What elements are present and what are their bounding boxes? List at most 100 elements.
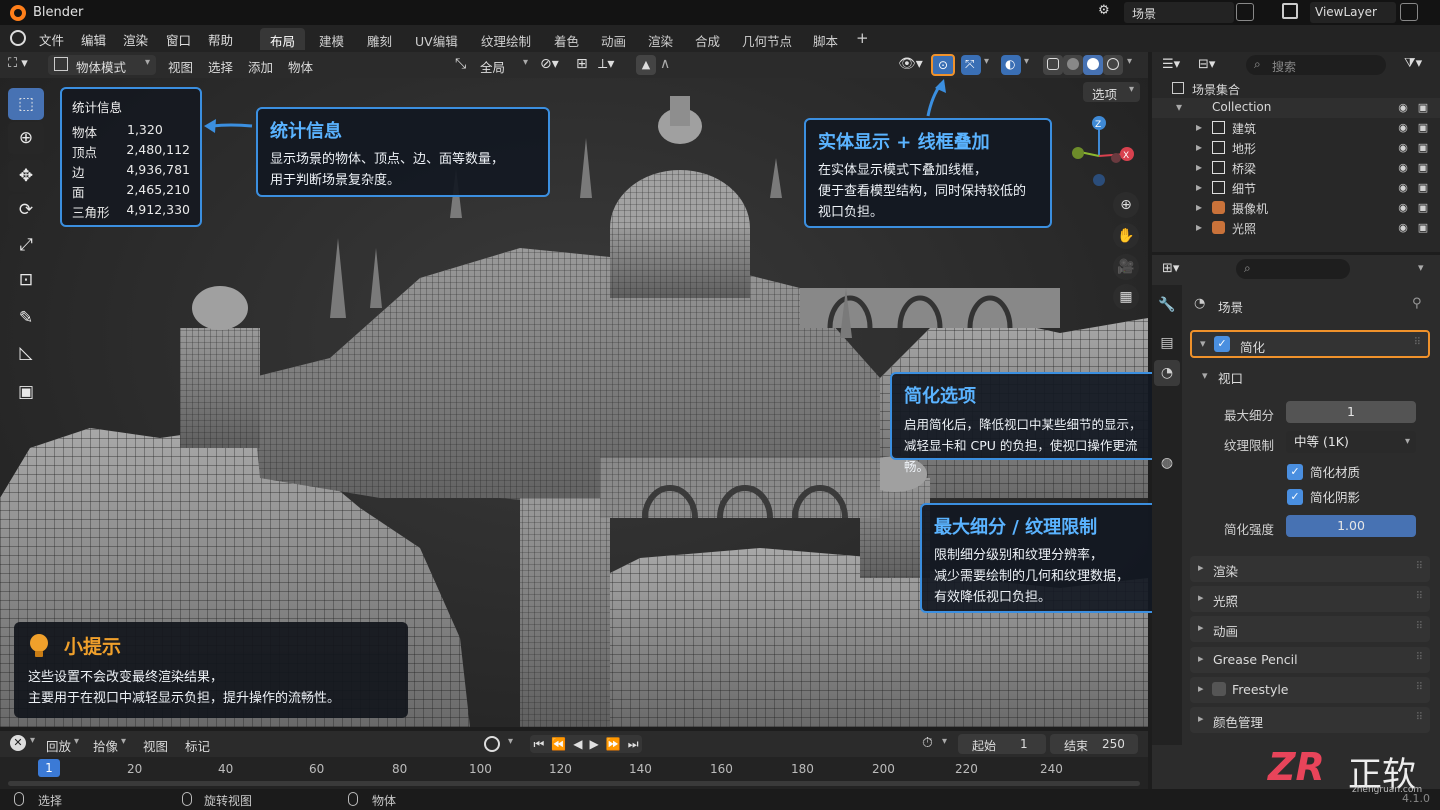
outliner-editor-icon[interactable]: ☰▾ [1162, 57, 1180, 72]
select-box-tool[interactable]: ⬚ [8, 88, 44, 120]
jump-end-icon[interactable]: ⏭ [628, 737, 639, 752]
pivot-point-icon[interactable]: ⊘▾ [540, 56, 559, 72]
add-cube-tool[interactable]: ▣ [8, 376, 44, 408]
scale-tool[interactable]: ⤢ [8, 229, 44, 261]
eye-icon[interactable]: ◉ [1396, 221, 1410, 235]
tab-animation[interactable]: 动画 [591, 28, 636, 50]
rotate-tool[interactable]: ⟳ [8, 194, 44, 226]
perspective-toggle-button[interactable]: ▦ [1113, 284, 1139, 310]
tab-layout[interactable]: 布局 [260, 28, 306, 50]
snap-target-icon[interactable]: ⟂▾ [598, 56, 614, 72]
drag-handle-icon[interactable]: ⠿ [1416, 682, 1423, 693]
eye-icon[interactable]: ◉ [1396, 161, 1410, 175]
simplify-panel-header[interactable]: ▾ ✓ 简化 ⠿ [1190, 330, 1430, 358]
tab-compositing[interactable]: 合成 [685, 28, 730, 50]
panel-lighting[interactable]: ▸ 光照 ⠿ [1190, 586, 1430, 612]
tab-texture-paint[interactable]: 纹理绘制 [471, 28, 541, 50]
drag-handle-icon[interactable]: ⠿ [1416, 712, 1423, 723]
transform-tool[interactable]: ⊡ [8, 264, 44, 296]
shading-rendered-button[interactable] [1103, 55, 1123, 75]
outliner-search-input[interactable]: ⌕ 搜索 [1246, 55, 1386, 75]
eye-icon[interactable]: ◉ [1396, 141, 1410, 155]
pan-view-button[interactable]: ✋ [1113, 223, 1139, 249]
tab-uv-editing[interactable]: UV编辑 [405, 28, 468, 50]
freestyle-checkbox[interactable] [1212, 682, 1226, 696]
timeline-editor-icon[interactable]: ✕ [10, 735, 26, 751]
panel-animation[interactable]: ▸ 动画 ⠿ [1190, 616, 1430, 642]
tab-modeling[interactable]: 建模 [309, 28, 354, 50]
drag-handle-icon[interactable]: ⠿ [1416, 561, 1423, 572]
tab-shading[interactable]: 着色 [544, 28, 589, 50]
timeline-menu-marker[interactable]: 标记 [185, 736, 210, 755]
world-tab[interactable]: ◍ [1154, 450, 1180, 476]
drag-handle-icon[interactable]: ⠿ [1416, 652, 1423, 663]
simplify-materials-option[interactable]: ✓ 简化材质 [1287, 462, 1360, 481]
chevron-down-icon[interactable]: ▾ [1418, 261, 1424, 274]
menu-add[interactable]: 添加 [248, 57, 273, 76]
menu-file[interactable]: 文件 [39, 30, 64, 49]
texture-limit-dropdown[interactable]: 中等 (1K) ▾ [1286, 431, 1416, 453]
simplify-checkbox[interactable]: ✓ [1214, 336, 1230, 352]
outliner-item-bridge[interactable]: ▸ 桥梁 ◉ ▣ [1152, 158, 1440, 178]
eye-icon[interactable]: ◉ [1396, 201, 1410, 215]
timeline-menu-keying[interactable]: 拾像 [93, 736, 118, 755]
zoom-view-button[interactable]: ⊕ [1113, 192, 1139, 218]
outliner-item-terrain[interactable]: ▸ 地形 ◉ ▣ [1152, 138, 1440, 158]
drag-handle-icon[interactable]: ⠿ [1414, 337, 1421, 348]
scene-selector-icon[interactable]: ⚙ [1098, 3, 1118, 21]
jump-start-icon[interactable]: ⏮ [534, 737, 545, 752]
outliner-collection[interactable]: ▾ Collection ◉ ▣ [1152, 98, 1440, 118]
tab-sculpting[interactable]: 雕刻 [357, 28, 402, 50]
view-layer-selector[interactable]: ViewLayer [1310, 2, 1396, 23]
panel-color-management[interactable]: ▸ 颜色管理 ⠿ [1190, 707, 1430, 733]
current-frame-indicator[interactable]: 1 [38, 759, 60, 777]
falloff-icon[interactable]: ∧ [660, 56, 670, 72]
menu-render[interactable]: 渲染 [123, 30, 148, 49]
scene-tab[interactable]: ◔ [1154, 360, 1180, 386]
properties-search-input[interactable]: ⌕ [1236, 259, 1350, 279]
chevron-down-icon[interactable]: ▾ [1024, 56, 1029, 67]
outliner-item-building[interactable]: ▸ 建筑 ◉ ▣ [1152, 118, 1440, 138]
panel-freestyle[interactable]: ▸ Freestyle ⠿ [1190, 677, 1430, 703]
stopwatch-icon[interactable]: ⏱ [922, 735, 933, 751]
shading-solid-button[interactable] [1063, 55, 1083, 75]
new-view-layer-icon[interactable] [1400, 3, 1418, 21]
new-scene-icon[interactable] [1236, 3, 1254, 21]
menu-edit[interactable]: 编辑 [81, 30, 106, 49]
add-workspace-button[interactable]: + [846, 28, 879, 50]
panel-grease-pencil[interactable]: ▸ Grease Pencil ⠿ [1190, 647, 1430, 673]
gizmo-toggle[interactable]: ⤧ [961, 55, 981, 75]
transform-orientation-selector[interactable]: 全局 ▾ [474, 55, 532, 75]
chevron-down-icon[interactable]: ▾ [1127, 56, 1132, 67]
menu-object[interactable]: 物体 [288, 57, 313, 76]
chevron-down-icon[interactable]: ▾ [984, 56, 989, 67]
move-tool[interactable]: ✥ [8, 160, 44, 192]
tab-geometry-nodes[interactable]: 几何节点 [732, 28, 802, 50]
camera-view-button[interactable]: 🎥 [1113, 254, 1139, 280]
outliner-item-camera[interactable]: ▸ 摄像机 ◉ ▣ [1152, 198, 1440, 218]
proportional-edit-icon[interactable]: ▲ [636, 55, 656, 75]
camera-icon[interactable]: ▣ [1416, 221, 1430, 235]
previous-keyframe-icon[interactable]: ⏪ [551, 737, 566, 751]
scene-selector[interactable]: 场景 [1124, 2, 1234, 23]
options-button[interactable]: 选项 ▾ [1083, 82, 1140, 102]
eye-icon[interactable]: ◉ [1396, 101, 1410, 115]
outliner-scene-collection[interactable]: 场景集合 [1152, 79, 1440, 99]
shading-material-button[interactable] [1083, 55, 1103, 75]
drag-handle-icon[interactable]: ⠿ [1416, 621, 1423, 632]
visibility-icon[interactable]: 👁▾ [898, 56, 923, 72]
camera-icon[interactable]: ▣ [1416, 201, 1430, 215]
eye-icon[interactable]: ◉ [1396, 121, 1410, 135]
properties-editor-icon[interactable]: ⊞▾ [1162, 261, 1179, 276]
tool-tab[interactable]: 🔧 [1154, 292, 1180, 318]
tab-rendering[interactable]: 渲染 [638, 28, 683, 50]
viewport-subpanel-header[interactable]: ▾ 视口 [1190, 364, 1430, 388]
menu-help[interactable]: 帮助 [208, 30, 233, 49]
overlay-wireframe-toggle[interactable]: ⊙ [931, 54, 955, 76]
navigation-gizmo[interactable]: Z X [1066, 114, 1138, 194]
menu-window[interactable]: 窗口 [166, 30, 191, 49]
simplify-shadows-checkbox[interactable]: ✓ [1287, 488, 1303, 505]
end-frame-field[interactable]: 结束 250 [1050, 734, 1138, 754]
camera-icon[interactable]: ▣ [1416, 181, 1430, 195]
panel-render[interactable]: ▸ 渲染 ⠿ [1190, 556, 1430, 582]
